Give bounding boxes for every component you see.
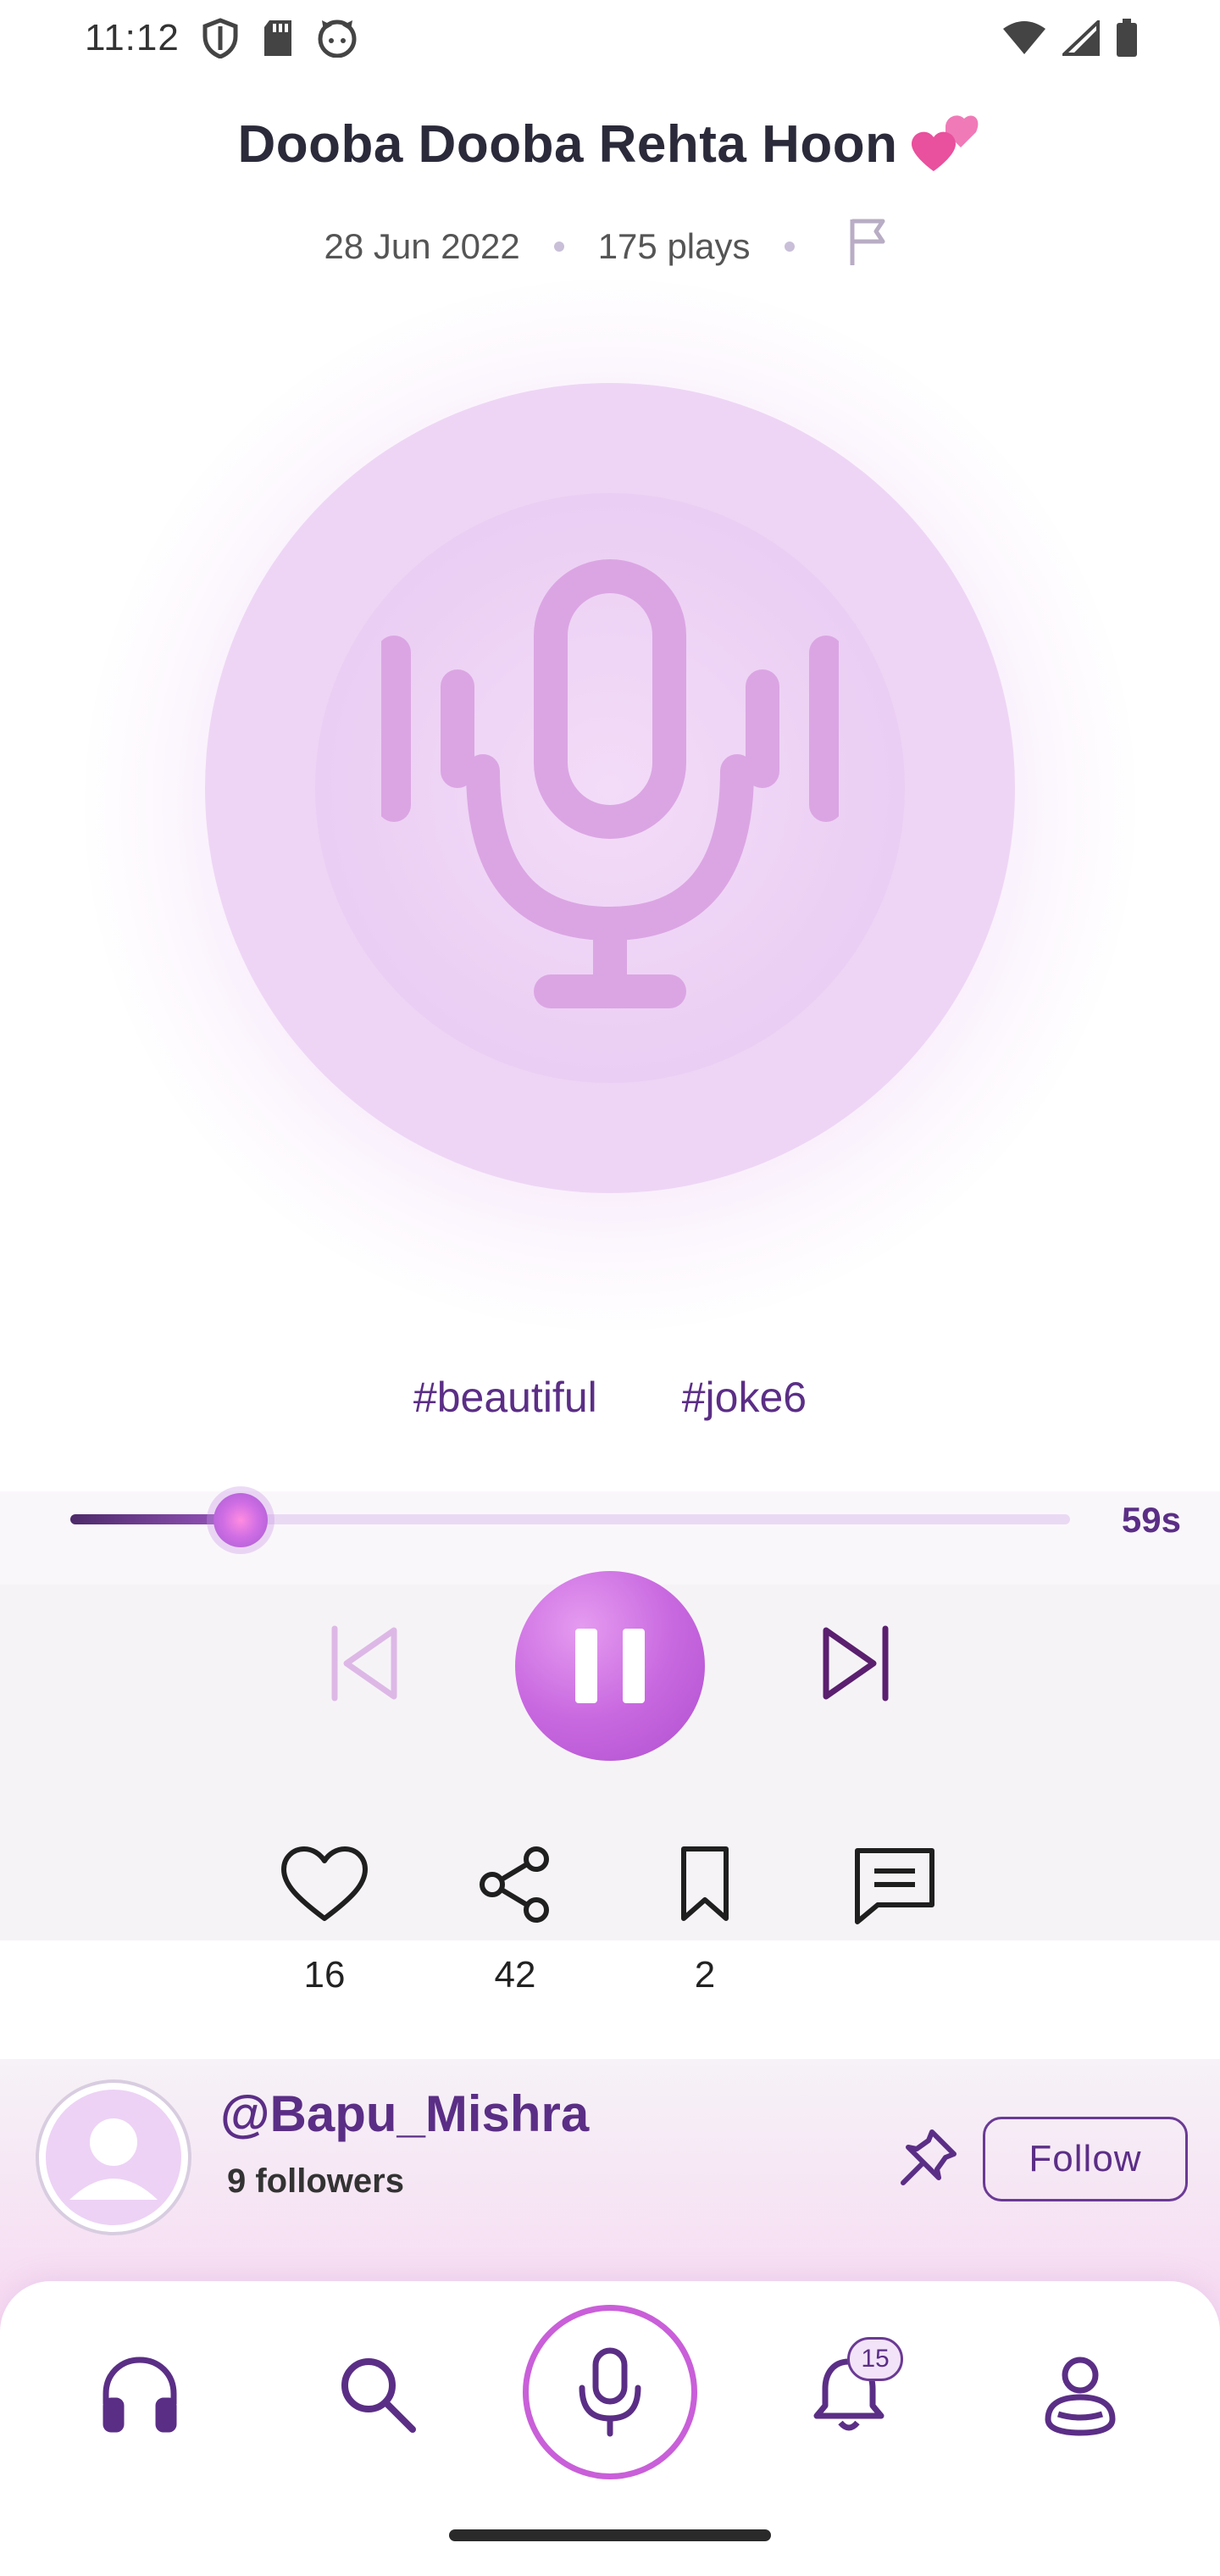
sd-card-icon (261, 19, 295, 58)
share-icon (480, 1846, 549, 1923)
author-handle[interactable]: @Bapu_Mishra (220, 2085, 589, 2143)
two-hearts-icon: 💞 (910, 110, 983, 178)
next-track-button[interactable] (818, 1625, 894, 1702)
shield-icon (202, 18, 239, 58)
pause-button[interactable] (515, 1571, 705, 1761)
track-title-row: Dooba Dooba Rehta Hoon 💞 (0, 110, 1220, 178)
time-remaining: 59s (1121, 1500, 1181, 1540)
like-count: 16 (303, 1954, 346, 1996)
home-indicator[interactable] (449, 2529, 771, 2541)
flag-icon[interactable] (846, 216, 896, 277)
bookmark-action[interactable]: 2 (654, 1846, 756, 1996)
pause-icon-bar-left (575, 1629, 597, 1703)
comment-icon (855, 1848, 934, 1924)
follower-count: 9 followers (227, 2162, 404, 2200)
bookmark-count: 2 (694, 1954, 716, 1996)
nav-headphones-icon[interactable] (97, 2351, 182, 2436)
cell-signal-icon (1062, 20, 1100, 56)
comment-action[interactable] (844, 1846, 946, 1927)
status-time: 11:12 (85, 17, 180, 58)
separator-dot (784, 242, 795, 252)
track-meta-row: 28 Jun 2022 175 plays (0, 216, 1220, 277)
cat-face-icon (317, 19, 358, 58)
nav-search-icon[interactable] (335, 2351, 419, 2436)
default-user-avatar-icon (46, 2090, 181, 2225)
publish-date: 28 Jun 2022 (324, 226, 520, 266)
pause-icon-bar-right (623, 1629, 645, 1703)
nav-record-button[interactable] (523, 2305, 697, 2479)
pin-icon[interactable] (896, 2125, 961, 2190)
follow-button[interactable]: Follow (983, 2117, 1188, 2201)
track-title: Dooba Dooba Rehta Hoon (237, 114, 898, 174)
microphone-icon (579, 2347, 641, 2437)
previous-track-button[interactable] (326, 1625, 402, 1702)
tag-beautiful[interactable]: #beautiful (413, 1373, 597, 1422)
heart-icon (281, 1846, 368, 1921)
play-count: 175 plays (597, 226, 751, 266)
tag-joke6[interactable]: #joke6 (682, 1373, 807, 1422)
wifi-icon (1001, 20, 1047, 56)
bookmark-icon (681, 1846, 729, 1921)
nav-profile-icon[interactable] (1038, 2351, 1123, 2436)
status-right (1001, 19, 1139, 58)
tags-row: #beautiful #joke6 (0, 1373, 1220, 1422)
share-action[interactable]: 42 (464, 1846, 566, 1996)
status-left: 11:12 (85, 17, 358, 59)
status-bar: 11:12 (0, 0, 1220, 76)
like-action[interactable]: 16 (274, 1846, 375, 1996)
seek-bar-thumb[interactable] (213, 1493, 268, 1547)
microphone-artwork-icon (381, 559, 839, 1008)
separator-dot (553, 242, 564, 252)
battery-icon (1115, 19, 1139, 58)
author-avatar[interactable] (36, 2079, 191, 2235)
notifications-badge: 15 (847, 2337, 903, 2381)
share-count: 42 (494, 1954, 536, 1996)
